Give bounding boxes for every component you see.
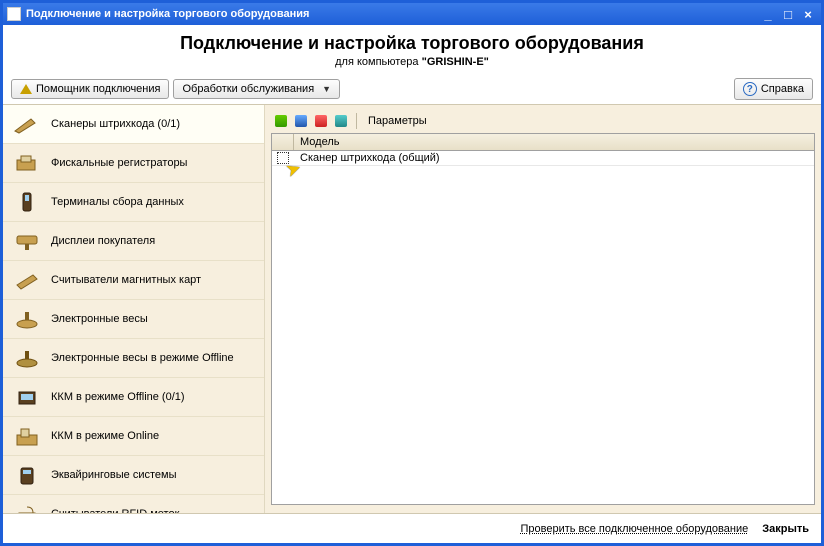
- help-label: Справка: [761, 83, 804, 95]
- close-window-button[interactable]: ×: [799, 6, 817, 22]
- service-processing-label: Обработки обслуживания: [182, 83, 314, 95]
- sidebar-item-label: Дисплеи покупателя: [51, 235, 155, 247]
- chevron-down-icon: ▼: [322, 84, 331, 94]
- refresh-button[interactable]: [333, 113, 349, 129]
- barcode-scanner-icon: [13, 113, 41, 135]
- customer-display-icon: [13, 230, 41, 252]
- content-area: Сканеры штрихкода (0/1) Фискальные регис…: [3, 104, 821, 513]
- main-toolbar: Помощник подключения Обработки обслужива…: [3, 74, 821, 104]
- row-checkbox[interactable]: [277, 152, 289, 164]
- sidebar-item-label: Фискальные регистраторы: [51, 157, 187, 169]
- page-title: Подключение и настройка торгового оборуд…: [3, 33, 821, 54]
- window-title: Подключение и настройка торгового оборуд…: [26, 8, 757, 20]
- magstripe-reader-icon: [13, 269, 41, 291]
- footer: Проверить все подключенное оборудование …: [3, 513, 821, 543]
- sidebar-item-scales-offline[interactable]: Электронные весы в режиме Offline: [3, 339, 264, 378]
- check-all-equipment-link[interactable]: Проверить все подключенное оборудование: [520, 523, 748, 535]
- sidebar: Сканеры штрихкода (0/1) Фискальные регис…: [3, 105, 265, 513]
- document-icon: [7, 7, 21, 21]
- toolbar-separator: [356, 113, 357, 129]
- page-subtitle: для компьютера "GRISHIN-E": [3, 56, 821, 68]
- computer-name: "GRISHIN-E": [422, 56, 489, 68]
- connection-assistant-button[interactable]: Помощник подключения: [11, 79, 169, 99]
- sidebar-item-data-terminals[interactable]: Терминалы сбора данных: [3, 183, 264, 222]
- edit-icon: [295, 115, 307, 127]
- minimize-button[interactable]: _: [759, 6, 777, 22]
- grid-row[interactable]: Сканер штрихкода (общий) ➤: [272, 151, 814, 166]
- grid-header: Модель: [272, 134, 814, 151]
- row-checkbox-cell[interactable]: [272, 151, 294, 165]
- connection-assistant-label: Помощник подключения: [36, 83, 160, 95]
- titlebar[interactable]: Подключение и настройка торгового оборуд…: [3, 3, 821, 25]
- service-processing-dropdown[interactable]: Обработки обслуживания ▼: [173, 79, 340, 99]
- data-terminal-icon: [13, 191, 41, 213]
- delete-icon: [315, 115, 327, 127]
- sidebar-item-acquiring[interactable]: Эквайринговые системы: [3, 456, 264, 495]
- scales-icon: [13, 308, 41, 330]
- sidebar-item-label: Электронные весы: [51, 313, 148, 325]
- sidebar-item-label: Электронные весы в режиме Offline: [51, 352, 234, 364]
- refresh-icon: [335, 115, 347, 127]
- add-icon: [275, 115, 287, 127]
- sidebar-item-magstripe-readers[interactable]: Считыватели магнитных карт: [3, 261, 264, 300]
- acquiring-icon: [13, 464, 41, 486]
- column-check[interactable]: [272, 134, 294, 150]
- subtitle-prefix: для компьютера: [335, 56, 422, 68]
- fiscal-register-icon: [13, 152, 41, 174]
- sidebar-item-label: Терминалы сбора данных: [51, 196, 184, 208]
- equipment-grid: Модель Сканер штрихкода (общий) ➤: [271, 133, 815, 505]
- sidebar-item-rfid-readers[interactable]: Считыватели RFID меток: [3, 495, 264, 513]
- sidebar-item-kkm-online[interactable]: ККМ в режиме Online: [3, 417, 264, 456]
- row-model-cell[interactable]: Сканер штрихкода (общий): [294, 151, 814, 165]
- sidebar-item-label: Считыватели магнитных карт: [51, 274, 201, 286]
- sidebar-item-label: Эквайринговые системы: [51, 469, 177, 481]
- header: Подключение и настройка торгового оборуд…: [3, 25, 821, 74]
- sidebar-item-fiscal-registers[interactable]: Фискальные регистраторы: [3, 144, 264, 183]
- add-row-button[interactable]: [273, 113, 289, 129]
- help-icon: ?: [743, 82, 757, 96]
- sidebar-item-label: Сканеры штрихкода (0/1): [51, 118, 180, 130]
- close-button[interactable]: Закрыть: [762, 523, 809, 535]
- wand-icon: [20, 84, 32, 94]
- delete-row-button[interactable]: [313, 113, 329, 129]
- sidebar-item-label: ККМ в режиме Online: [51, 430, 159, 442]
- parameters-label[interactable]: Параметры: [364, 115, 431, 127]
- kkm-offline-icon: [13, 386, 41, 408]
- sidebar-item-scales[interactable]: Электронные весы: [3, 300, 264, 339]
- main-panel: Параметры Модель Сканер штрихкода (общий…: [265, 105, 821, 513]
- column-model[interactable]: Модель: [294, 134, 814, 150]
- kkm-online-icon: [13, 425, 41, 447]
- sidebar-item-barcode-scanners[interactable]: Сканеры штрихкода (0/1): [3, 105, 264, 144]
- rfid-reader-icon: [13, 503, 41, 513]
- edit-row-button[interactable]: [293, 113, 309, 129]
- maximize-button[interactable]: □: [779, 6, 797, 22]
- sidebar-item-kkm-offline[interactable]: ККМ в режиме Offline (0/1): [3, 378, 264, 417]
- sidebar-item-label: ККМ в режиме Offline (0/1): [51, 391, 185, 403]
- scales-offline-icon: [13, 347, 41, 369]
- window-frame: Подключение и настройка торгового оборуд…: [0, 0, 824, 546]
- help-button[interactable]: ? Справка: [734, 78, 813, 100]
- sidebar-item-customer-displays[interactable]: Дисплеи покупателя: [3, 222, 264, 261]
- grid-body: Сканер штрихкода (общий) ➤: [272, 151, 814, 504]
- grid-toolbar: Параметры: [271, 109, 815, 133]
